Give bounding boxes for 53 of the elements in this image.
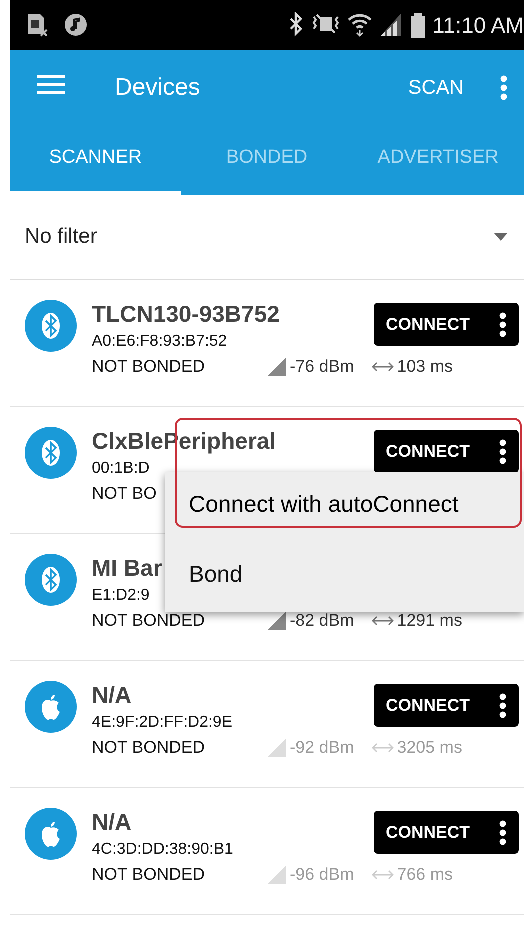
menu-item[interactable]: Connect with autoConnect — [165, 472, 524, 542]
connect-button[interactable]: CONNECT — [374, 684, 519, 727]
bluetooth-icon — [25, 427, 77, 479]
bluetooth-icon — [25, 554, 77, 606]
bond-status: NOT BONDED — [92, 738, 206, 757]
connect-button[interactable]: CONNECT — [374, 430, 519, 473]
interval-reading: 3205 ms — [397, 737, 462, 759]
device-address: 00:1B:D — [92, 459, 150, 479]
interval-reading: 766 ms — [397, 864, 453, 886]
device-address: A0:E6:F8:93:B7:52 — [92, 332, 228, 352]
connect-button[interactable]: CONNECT — [374, 303, 519, 346]
device-address: 4E:9F:2D:FF:D2:9E — [92, 713, 232, 733]
signal-icon — [378, 12, 403, 38]
filter-select[interactable]: No filter — [25, 221, 494, 253]
more-options-icon[interactable] — [499, 820, 507, 846]
music-icon — [64, 13, 88, 37]
device-name: N/A — [92, 808, 132, 837]
signal-reading: -96 dBm — [290, 864, 354, 886]
interval-reading: 103 ms — [397, 356, 453, 378]
interval-arrow-icon — [372, 869, 394, 881]
more-options-icon[interactable] — [499, 312, 507, 338]
battery-icon — [408, 12, 427, 38]
interval-reading: 1291 ms — [397, 610, 462, 632]
more-options-icon[interactable] — [499, 438, 507, 464]
interval-arrow-icon — [372, 361, 394, 373]
device-address: E1:D2:9 — [92, 586, 150, 606]
clock: 11:10 AM — [432, 12, 524, 40]
interval-arrow-icon — [372, 742, 394, 754]
bond-status: NOT BONDED — [92, 357, 206, 376]
signal-strength-icon — [268, 739, 286, 757]
more-options-icon[interactable] — [499, 692, 507, 718]
menu-item[interactable]: Bond — [165, 542, 524, 612]
device-name: N/A — [92, 681, 132, 710]
signal-reading: -76 dBm — [290, 356, 354, 378]
wifi-icon — [346, 12, 373, 38]
device-name: TLCN130-93B752 — [92, 300, 280, 329]
bluetooth-icon — [25, 300, 77, 352]
apple-logo-icon — [25, 808, 77, 860]
bond-status: NOT BO — [92, 484, 157, 503]
app-title: Devices — [115, 72, 200, 102]
apple-logo-icon — [25, 681, 77, 733]
signal-reading: -92 dBm — [290, 737, 354, 759]
sim-card-icon — [26, 12, 48, 38]
bond-status: NOT BONDED — [92, 611, 206, 630]
interval-arrow-icon — [372, 615, 394, 627]
device-name: MI Bar — [92, 554, 162, 583]
signal-strength-icon — [268, 866, 286, 884]
connect-button[interactable]: CONNECT — [374, 811, 519, 854]
signal-strength-icon — [268, 358, 286, 376]
dropdown-caret-icon — [494, 233, 508, 241]
device-address: 4C:3D:DD:38:90:B1 — [92, 840, 234, 860]
bond-status: NOT BONDED — [92, 865, 206, 884]
signal-reading: -82 dBm — [290, 610, 354, 632]
